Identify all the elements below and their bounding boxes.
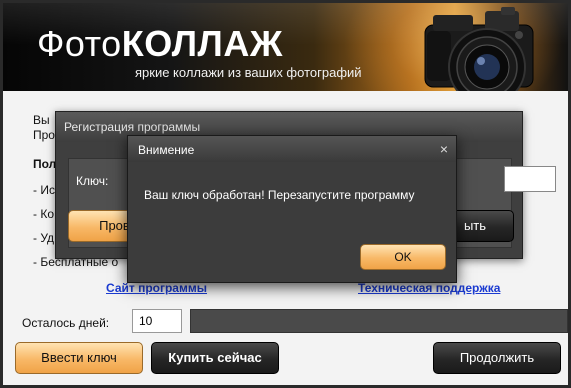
app-logo: ФотоКОЛЛАЖ (37, 23, 283, 65)
buy-now-button[interactable]: Купить сейчас (151, 342, 279, 374)
days-progress-bar (190, 309, 568, 333)
close-icon[interactable]: × (440, 141, 448, 157)
key-label: Ключ: (76, 174, 109, 188)
days-left-field: 10 (132, 309, 182, 333)
notice-title: Внимение (128, 136, 456, 162)
intro-heading: Пол (33, 157, 57, 171)
header-banner: ФотоКОЛЛАЖ яркие коллажи из ваших фотогр… (3, 3, 568, 91)
camera-icon (424, 7, 534, 91)
days-left-label: Осталось дней: (22, 316, 110, 330)
logo-part1: Фото (37, 23, 122, 64)
main-window: ФотоКОЛЛАЖ яркие коллажи из ваших фотогр… (0, 0, 571, 388)
notice-dialog: Внимение × Ваш ключ обработан! Перезапус… (127, 135, 457, 283)
enter-key-button[interactable]: Ввести ключ (15, 342, 143, 374)
support-link[interactable]: Техническая поддержка (358, 281, 500, 295)
site-link[interactable]: Сайт программы (106, 281, 207, 295)
intro-line2: Про (33, 128, 55, 142)
tagline: яркие коллажи из ваших фотографий (135, 65, 362, 80)
intro-line1: Вы (33, 113, 50, 127)
intro-text: Вы Про (33, 113, 55, 143)
notice-message: Ваш ключ обработан! Перезапустите програ… (144, 188, 415, 202)
continue-button[interactable]: Продолжить (433, 342, 561, 374)
logo-part2: КОЛЛАЖ (121, 23, 283, 64)
ok-button[interactable]: OK (360, 244, 446, 270)
key-input[interactable] (504, 166, 556, 192)
